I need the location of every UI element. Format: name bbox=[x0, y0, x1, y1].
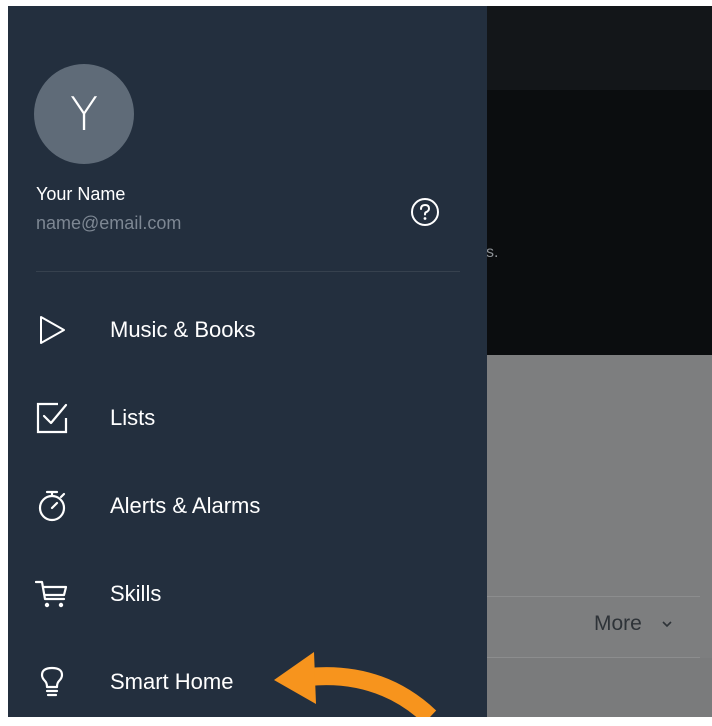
hero-text-fragment: s. bbox=[486, 244, 499, 261]
play-icon bbox=[34, 312, 70, 348]
drawer-divider bbox=[36, 271, 460, 272]
menu-item-lists[interactable]: Lists bbox=[8, 374, 487, 462]
annotation-arrow-icon bbox=[270, 642, 440, 717]
help-icon[interactable] bbox=[410, 197, 440, 227]
menu-item-music-books[interactable]: Music & Books bbox=[8, 286, 487, 374]
lightbulb-icon bbox=[34, 664, 70, 700]
hero-banner bbox=[487, 90, 712, 355]
navigation-drawer: Y Your Name name@email.com Music & Books… bbox=[8, 6, 487, 717]
more-label: More bbox=[594, 612, 642, 635]
menu-item-label: Music & Books bbox=[110, 317, 256, 342]
menu-item-label: Alerts & Alarms bbox=[110, 493, 261, 518]
menu-item-skills[interactable]: Skills bbox=[8, 550, 487, 638]
menu-item-alerts-alarms[interactable]: Alerts & Alarms bbox=[8, 462, 487, 550]
user-email: name@email.com bbox=[36, 213, 182, 233]
avatar[interactable]: Y bbox=[34, 64, 134, 164]
chevron-down-icon bbox=[660, 617, 674, 631]
more-dropdown[interactable]: More bbox=[594, 612, 674, 636]
content-bottom bbox=[487, 658, 712, 717]
avatar-initial: Y bbox=[69, 87, 99, 141]
stopwatch-icon bbox=[34, 488, 70, 524]
app-header-background bbox=[487, 6, 712, 90]
menu-item-label: Smart Home bbox=[110, 669, 234, 694]
user-name: Your Name bbox=[36, 184, 126, 204]
menu-item-label: Lists bbox=[110, 405, 156, 430]
content-divider bbox=[487, 596, 700, 597]
checkbox-icon bbox=[34, 400, 70, 436]
cart-icon bbox=[34, 576, 70, 612]
menu-item-label: Skills bbox=[110, 581, 162, 606]
